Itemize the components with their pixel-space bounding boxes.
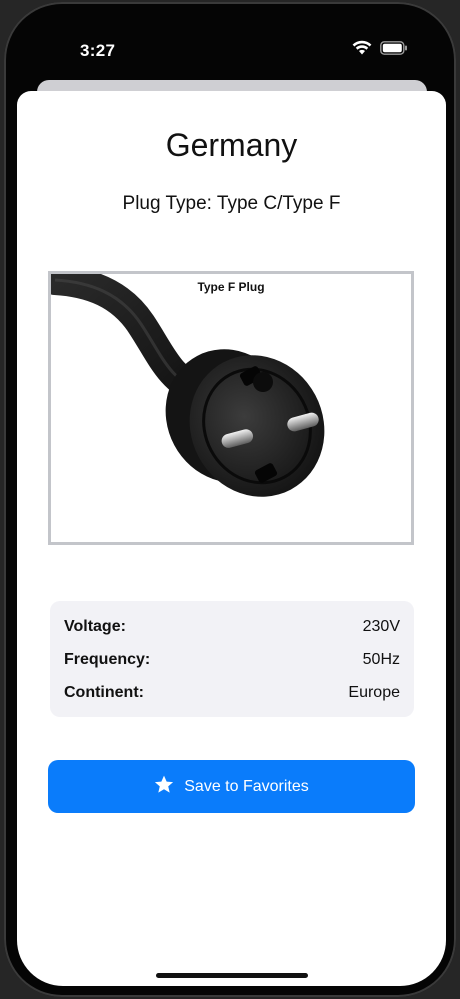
spec-value: 230V	[362, 618, 400, 635]
spec-row-voltage: Voltage: 230V	[64, 615, 400, 639]
battery-icon	[380, 40, 408, 60]
save-button-label: Save to Favorites	[184, 777, 309, 795]
status-icons	[352, 40, 408, 60]
device-frame: 3:27 Germany Plug Type: Type C/Type F Ty…	[0, 0, 460, 999]
page-title: Germany	[165, 127, 298, 163]
spec-value: Europe	[348, 684, 400, 701]
save-to-favorites-button[interactable]: Save to Favorites	[48, 760, 415, 813]
spec-label: Voltage:	[64, 618, 126, 635]
country-detail-sheet: Germany Plug Type: Type C/Type F Type F …	[17, 91, 446, 986]
plug-type-label: Plug Type: Type C/Type F	[122, 193, 341, 214]
spec-label: Continent:	[64, 684, 144, 701]
plug-image: Type F Plug	[48, 271, 414, 545]
spec-value: 50Hz	[362, 651, 400, 668]
type-f-plug-illustration	[51, 274, 325, 497]
spec-row-frequency: Frequency: 50Hz	[64, 648, 400, 672]
star-icon	[154, 775, 174, 799]
home-indicator	[156, 973, 308, 978]
spec-row-continent: Continent: Europe	[64, 681, 400, 705]
specs-card: Voltage: 230V Frequency: 50Hz Continent:…	[50, 601, 414, 717]
status-time: 3:27	[80, 41, 116, 60]
spec-label: Frequency:	[64, 651, 151, 668]
wifi-icon	[352, 40, 372, 60]
